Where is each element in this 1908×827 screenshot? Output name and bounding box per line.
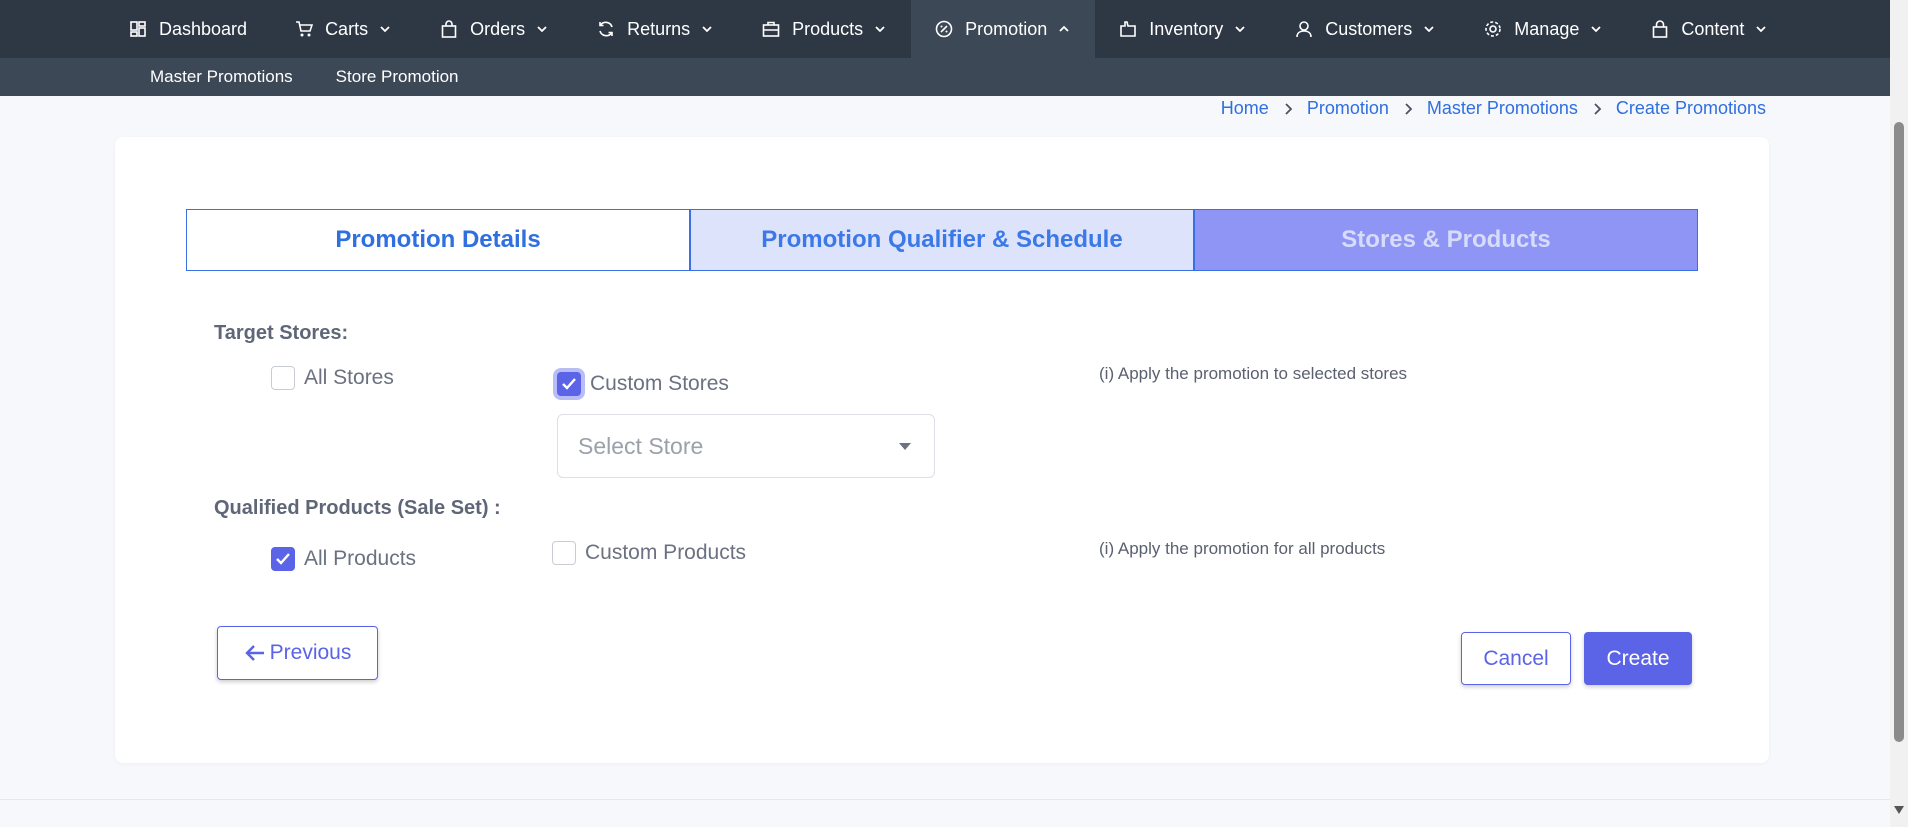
step-tabs: Promotion Details Promotion Qualifier & … — [186, 209, 1698, 271]
page-scrollbar[interactable] — [1890, 0, 1908, 827]
tab-promotion-qualifier-schedule[interactable]: Promotion Qualifier & Schedule — [690, 209, 1194, 271]
nav-item-content[interactable]: Content — [1627, 0, 1792, 58]
nav-item-manage[interactable]: Manage — [1460, 0, 1627, 58]
nav-label: Orders — [470, 18, 526, 39]
nav-label: Products — [792, 18, 864, 39]
refresh-icon — [597, 20, 615, 38]
briefcase-icon — [762, 20, 780, 38]
scrollbar-thumb[interactable] — [1894, 122, 1904, 742]
breadcrumb-home[interactable]: Home — [1221, 98, 1269, 119]
nav-label: Promotion — [965, 18, 1048, 39]
nav-item-carts[interactable]: Carts — [271, 0, 416, 58]
top-navigation: Dashboard Carts Orders Returns Products … — [0, 0, 1890, 58]
badge-percent-icon — [935, 20, 953, 38]
chevron-right-icon — [1592, 102, 1602, 116]
nav-item-products[interactable]: Products — [738, 0, 911, 58]
nav-item-dashboard[interactable]: Dashboard — [105, 0, 271, 58]
select-store-dropdown[interactable]: Select Store — [557, 414, 935, 478]
chevron-down-icon — [535, 22, 549, 36]
all-stores-option[interactable]: All Stores — [271, 366, 394, 390]
caret-down-icon — [898, 441, 912, 451]
bag-icon — [440, 20, 458, 38]
breadcrumb-master-promotions[interactable]: Master Promotions — [1427, 98, 1578, 119]
sub-navigation: Master Promotions Store Promotion — [0, 58, 1890, 96]
create-button[interactable]: Create — [1584, 632, 1692, 685]
arrow-left-icon — [244, 644, 266, 662]
nav-label: Inventory — [1149, 18, 1224, 39]
lock-bag-icon — [1651, 20, 1669, 38]
subnav-store-promotion[interactable]: Store Promotion — [336, 67, 459, 87]
chevron-right-icon — [1283, 102, 1293, 116]
nav-item-promotion[interactable]: Promotion — [911, 0, 1096, 58]
chevron-down-icon — [1422, 22, 1436, 36]
checkmark-icon — [276, 553, 290, 565]
nav-label: Content — [1681, 18, 1745, 39]
previous-label: Previous — [269, 641, 352, 664]
scroll-down-arrow-icon[interactable] — [1893, 805, 1905, 815]
all-stores-label: All Stores — [304, 366, 394, 389]
nav-label: Returns — [627, 18, 691, 39]
cancel-button[interactable]: Cancel — [1461, 632, 1571, 685]
nav-item-customers[interactable]: Customers — [1271, 0, 1460, 58]
all-products-label: All Products — [304, 547, 417, 570]
breadcrumb-promotion[interactable]: Promotion — [1307, 98, 1389, 119]
chevron-down-icon — [873, 22, 887, 36]
chevron-down-icon — [378, 22, 392, 36]
gear-icon — [1484, 20, 1502, 38]
nav-item-orders[interactable]: Orders — [416, 0, 573, 58]
dashboard-icon — [129, 20, 147, 38]
qualified-products-label: Qualified Products (Sale Set) : — [214, 497, 501, 519]
custom-products-label: Custom Products — [585, 541, 747, 564]
nav-label: Dashboard — [159, 18, 248, 39]
previous-button[interactable]: Previous — [217, 626, 378, 680]
custom-stores-option[interactable]: Custom Stores — [557, 372, 729, 396]
tab-stores-products[interactable]: Stores & Products — [1194, 209, 1698, 271]
nav-label: Manage — [1514, 18, 1580, 39]
all-products-checkbox[interactable] — [271, 547, 295, 571]
target-stores-hint: (i) Apply the promotion to selected stor… — [1099, 364, 1408, 383]
box-icon — [1119, 20, 1137, 38]
custom-products-checkbox[interactable] — [552, 541, 576, 565]
chevron-down-icon — [1233, 22, 1247, 36]
chevron-right-icon — [1403, 102, 1413, 116]
cart-icon — [295, 20, 314, 38]
nav-label: Carts — [325, 18, 369, 39]
breadcrumb: Home Promotion Master Promotions Create … — [1221, 98, 1766, 119]
all-products-option[interactable]: All Products — [271, 547, 416, 571]
nav-label: Customers — [1325, 18, 1413, 39]
custom-stores-checkbox[interactable] — [557, 372, 581, 396]
nav-item-inventory[interactable]: Inventory — [1095, 0, 1271, 58]
qualified-products-hint: (i) Apply the promotion for all products — [1099, 539, 1386, 558]
user-icon — [1295, 20, 1313, 38]
chevron-up-icon — [1057, 22, 1071, 36]
chevron-down-icon — [1754, 22, 1768, 36]
custom-stores-label: Custom Stores — [590, 372, 729, 395]
custom-products-option[interactable]: Custom Products — [552, 541, 746, 565]
breadcrumb-create-promotions[interactable]: Create Promotions — [1616, 98, 1766, 119]
nav-item-returns[interactable]: Returns — [573, 0, 738, 58]
checkmark-icon — [562, 378, 576, 390]
subnav-master-promotions[interactable]: Master Promotions — [150, 67, 293, 87]
all-stores-checkbox[interactable] — [271, 366, 295, 390]
target-stores-label: Target Stores: — [214, 322, 349, 344]
tab-promotion-details[interactable]: Promotion Details — [186, 209, 690, 271]
footer-divider — [0, 799, 1890, 800]
chevron-down-icon — [1589, 22, 1603, 36]
chevron-down-icon — [700, 22, 714, 36]
select-store-placeholder: Select Store — [578, 432, 704, 459]
